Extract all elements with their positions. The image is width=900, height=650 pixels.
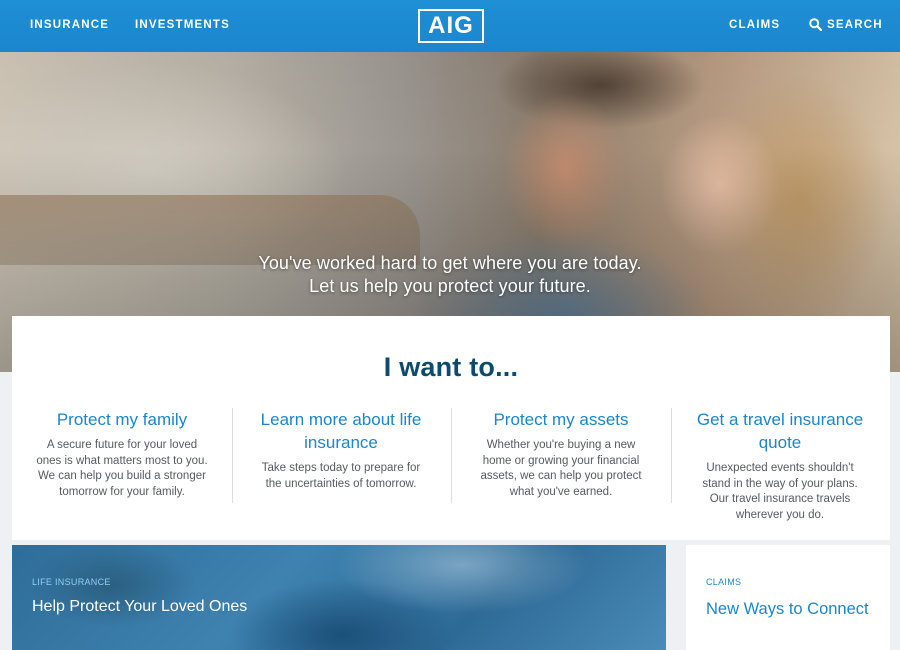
hero-line-1: You've worked hard to get where you are … [258,253,642,273]
option-description: Take steps today to prepare for the unce… [261,462,421,490]
promo-title[interactable]: Help Protect Your Loved Ones [32,598,247,616]
nav-claims-link[interactable]: CLAIMS [729,19,780,31]
promo-category-label: LIFE INSURANCE [32,577,111,587]
claims-card[interactable]: CLAIMS New Ways to Connect [686,545,890,650]
option-protect-family[interactable]: Protect my family A secure future for yo… [12,408,232,500]
option-title[interactable]: Protect my assets [473,408,649,431]
option-life-insurance[interactable]: Learn more about life insurance Take ste… [231,408,451,492]
option-description: Unexpected events shouldn't stand in the… [702,462,858,521]
nav-insurance-link[interactable]: INSURANCE [30,19,109,31]
claims-card-title[interactable]: New Ways to Connect [706,600,869,619]
life-insurance-promo[interactable]: LIFE INSURANCE Help Protect Your Loved O… [12,545,666,650]
option-title[interactable]: Protect my family [34,408,210,431]
claims-category-label: CLAIMS [706,577,742,587]
top-navigation: INSURANCE INVESTMENTS AIG CLAIMS SEARCH [0,0,900,52]
option-travel-quote[interactable]: Get a travel insurance quote Unexpected … [670,408,890,523]
option-description: Whether you're buying a new home or grow… [480,439,642,498]
option-title[interactable]: Get a travel insurance quote [692,408,868,454]
option-protect-assets[interactable]: Protect my assets Whether you're buying … [451,408,671,500]
hero-line-2: Let us help you protect your future. [309,276,591,296]
i-want-to-heading: I want to... [383,352,519,382]
option-description: A secure future for your loved ones is w… [36,439,208,498]
search-icon[interactable] [809,18,822,31]
option-title[interactable]: Learn more about life insurance [253,408,429,454]
hero-tagline: You've worked hard to get where you are … [0,252,900,298]
nav-investments-link[interactable]: INVESTMENTS [135,19,230,31]
aig-logo[interactable]: AIG [418,9,484,43]
nav-search-link[interactable]: SEARCH [827,19,883,31]
